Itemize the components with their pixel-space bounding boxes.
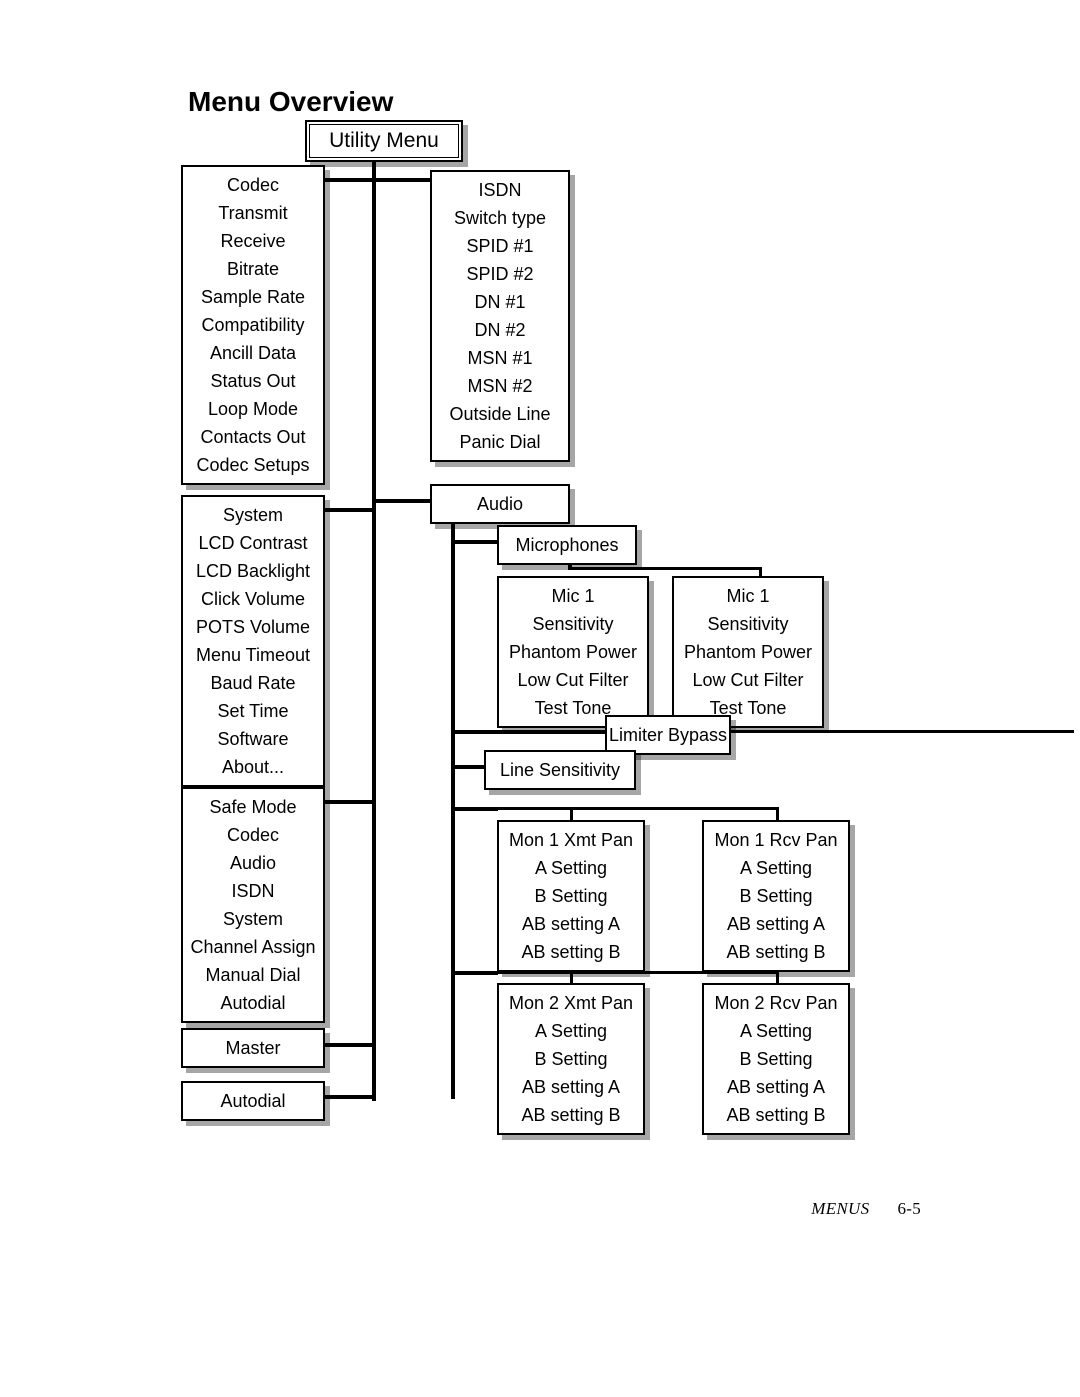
connector [320,178,374,182]
mon1-rcv-pan: Mon 1 Rcv PanA SettingB SettingAB settin… [702,820,850,972]
limiter-bypass: Limiter Bypass [605,715,731,755]
connector [320,1043,374,1047]
system-menu: SystemLCD ContrastLCD BacklightClick Vol… [181,495,325,787]
mic1-menu: Mic 1SensitivityPhantom PowerLow Cut Fil… [497,576,649,728]
connector [497,807,778,810]
page-title: Menu Overview [188,86,393,118]
connector [451,540,498,544]
connector [570,807,573,821]
isdn-menu: ISDNSwitch typeSPID #1SPID #2DN #1DN #2M… [430,170,570,462]
autodial-menu: Autodial [181,1081,325,1121]
mon2-xmt-pan: Mon 2 Xmt PanA SettingB SettingAB settin… [497,983,645,1135]
microphones-menu: Microphones [497,525,637,565]
master-menu: Master [181,1028,325,1068]
connector [320,800,374,804]
connector [372,499,431,503]
connector [372,178,431,182]
page-footer: MENUS6-5 [811,1199,921,1219]
audio-menu: Audio [430,484,570,524]
connector [568,567,762,570]
connector [372,156,376,1101]
connector [320,508,374,512]
connector [320,1095,374,1099]
connector [451,971,498,975]
mon1-xmt-pan: Mon 1 Xmt PanA SettingB SettingAB settin… [497,820,645,972]
connector [451,730,606,734]
line-sensitivity: Line Sensitivity [484,750,636,790]
mic2-menu: Mic 1SensitivityPhantom PowerLow Cut Fil… [672,576,824,728]
safe-mode-menu: Safe ModeCodecAudioISDNSystemChannel Ass… [181,787,325,1023]
connector [776,807,779,821]
mon2-rcv-pan: Mon 2 Rcv PanA SettingB SettingAB settin… [702,983,850,1135]
connector [451,807,498,811]
codec-menu: CodecTransmitReceiveBitrateSample RateCo… [181,165,325,485]
utility-menu-title: Utility Menu [305,120,463,162]
